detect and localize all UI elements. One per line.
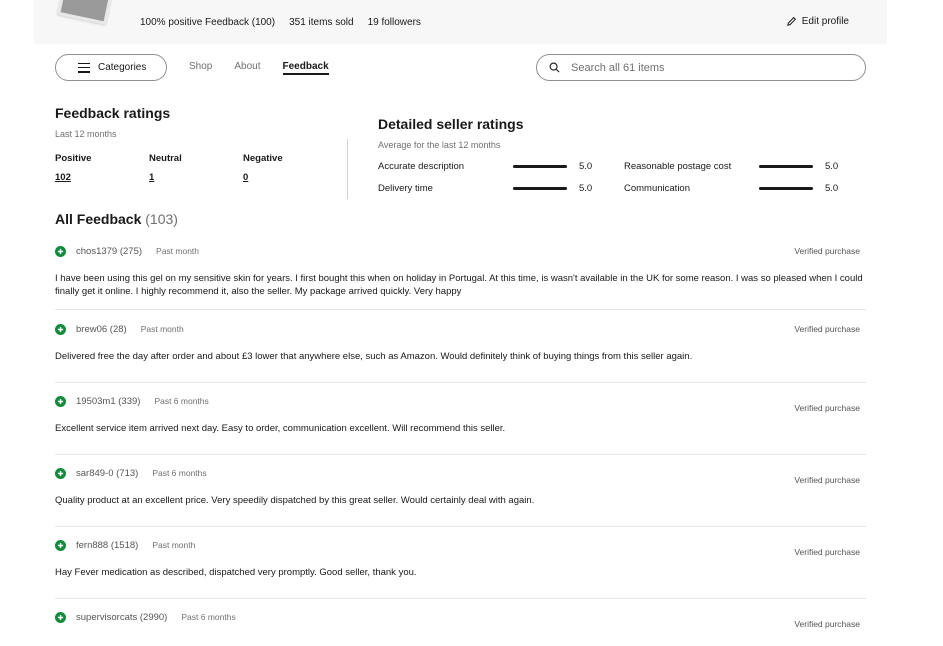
neutral-count: Neutral 1 [149, 153, 243, 183]
rating-bar [513, 187, 567, 190]
verified-purchase-label: Verified purchase [794, 324, 860, 334]
categories-label: Categories [98, 62, 147, 73]
detailed-ratings-title: Detailed seller ratings [378, 116, 524, 132]
positive-plus-icon [55, 245, 66, 257]
rating-communication: Communication 5.0 [624, 183, 838, 194]
followers-stat: 19 followers [367, 17, 421, 28]
feedback-user[interactable]: sar849-0 (713) [76, 468, 138, 479]
feedback-item: chos1379 (275) Past month Verified purch… [55, 240, 866, 310]
rating-bar [513, 165, 567, 168]
positive-label: Positive [55, 153, 92, 164]
edit-profile-label: Edit profile [801, 16, 849, 27]
feedback-user[interactable]: 19503m1 (339) [76, 396, 140, 407]
items-sold-stat: 351 items sold [289, 17, 354, 28]
feedback-user[interactable]: fern888 (1518) [76, 540, 138, 551]
pencil-icon [786, 16, 796, 26]
feedback-list: chos1379 (275) Past month Verified purch… [55, 240, 866, 646]
neutral-label: Neutral [149, 153, 182, 164]
search-input[interactable] [569, 60, 849, 75]
seller-avatar[interactable] [57, 0, 113, 25]
positive-value-link[interactable]: 102 [55, 172, 71, 183]
verified-purchase-label: Verified purchase [794, 475, 860, 485]
search-icon [549, 62, 560, 73]
verified-purchase-label: Verified purchase [794, 547, 860, 557]
positive-feedback-stat: 100% positive Feedback (100) [140, 17, 276, 28]
feedback-time: Past month [152, 540, 196, 550]
negative-count: Negative 0 [243, 153, 337, 183]
edit-profile-button[interactable]: Edit profile [786, 16, 849, 27]
rating-bar [759, 165, 813, 168]
feedback-time: Past month [156, 246, 200, 256]
rating-bar [759, 187, 813, 190]
negative-value-link[interactable]: 0 [243, 172, 248, 183]
all-feedback-count: (103) [145, 211, 178, 227]
store-tabs: Shop About Feedback [189, 61, 329, 75]
all-feedback-title: All Feedback (103) [55, 211, 178, 227]
positive-plus-icon [55, 611, 66, 623]
store-nav: Categories Shop About Feedback [55, 54, 866, 81]
rating-value: 5.0 [579, 183, 593, 194]
rating-value: 5.0 [825, 161, 839, 172]
rating-reasonable-postage: Reasonable postage cost 5.0 [624, 161, 838, 172]
feedback-user[interactable]: supervisorcats (2990) [76, 612, 167, 623]
feedback-text: Quality product at an excellent price. V… [55, 495, 535, 506]
feedback-user[interactable]: brew06 (28) [76, 324, 127, 335]
positive-plus-icon [55, 395, 66, 407]
feedback-time: Past 6 months [152, 468, 207, 478]
feedback-item: brew06 (28) Past month Verified purchase… [55, 318, 866, 383]
rating-name: Delivery time [378, 183, 433, 194]
all-feedback-label: All Feedback [55, 211, 142, 227]
tab-feedback[interactable]: Feedback [282, 61, 329, 75]
detailed-ratings-subtitle: Average for the last 12 months [378, 140, 501, 150]
feedback-time: Past 6 months [181, 612, 236, 622]
feedback-item: sar849-0 (713) Past 6 months Verified pu… [55, 462, 866, 527]
verified-purchase-label: Verified purchase [794, 619, 860, 629]
ratings-divider [347, 139, 348, 199]
rating-delivery-time: Delivery time 5.0 [378, 183, 592, 194]
rating-name: Communication [624, 183, 690, 194]
rating-value: 5.0 [825, 183, 839, 194]
tab-shop[interactable]: Shop [189, 61, 212, 75]
store-search [536, 54, 866, 81]
positive-count: Positive 102 [55, 153, 149, 183]
rating-accurate-description: Accurate description 5.0 [378, 161, 592, 172]
categories-button[interactable]: Categories [55, 54, 167, 81]
positive-plus-icon [55, 323, 66, 335]
positive-plus-icon [55, 539, 66, 551]
verified-purchase-label: Verified purchase [794, 246, 860, 256]
feedback-user[interactable]: chos1379 (275) [76, 246, 142, 257]
seller-header: 100% positive Feedback (100) 351 items s… [34, 0, 887, 44]
rating-name: Reasonable postage cost [624, 161, 732, 172]
rating-value: 5.0 [579, 161, 593, 172]
feedback-item: 19503m1 (339) Past 6 months Verified pur… [55, 390, 866, 455]
feedback-item: supervisorcats (2990) Past 6 months Veri… [55, 606, 866, 646]
positive-plus-icon [55, 467, 66, 479]
feedback-item: fern888 (1518) Past month Verified purch… [55, 534, 866, 599]
feedback-time: Past month [140, 324, 184, 334]
feedback-text: Hay Fever medication as described, dispa… [55, 567, 417, 578]
tab-about[interactable]: About [234, 61, 260, 75]
feedback-text: Excellent service item arrived next day.… [55, 423, 506, 434]
feedback-time: Past 6 months [154, 396, 209, 406]
seller-stats: 100% positive Feedback (100) 351 items s… [140, 17, 421, 28]
rating-name: Accurate description [378, 161, 465, 172]
feedback-counts: Positive 102 Neutral 1 Negative 0 [55, 153, 337, 183]
feedback-text: I have been using this gel on my sensiti… [55, 273, 863, 297]
negative-label: Negative [243, 153, 283, 164]
feedback-ratings-subtitle: Last 12 months [55, 129, 117, 139]
hamburger-icon [78, 62, 90, 73]
feedback-ratings-title: Feedback ratings [55, 105, 171, 121]
verified-purchase-label: Verified purchase [794, 403, 860, 413]
neutral-value-link[interactable]: 1 [149, 172, 154, 183]
feedback-text: Delivered free the day after order and a… [55, 351, 693, 362]
